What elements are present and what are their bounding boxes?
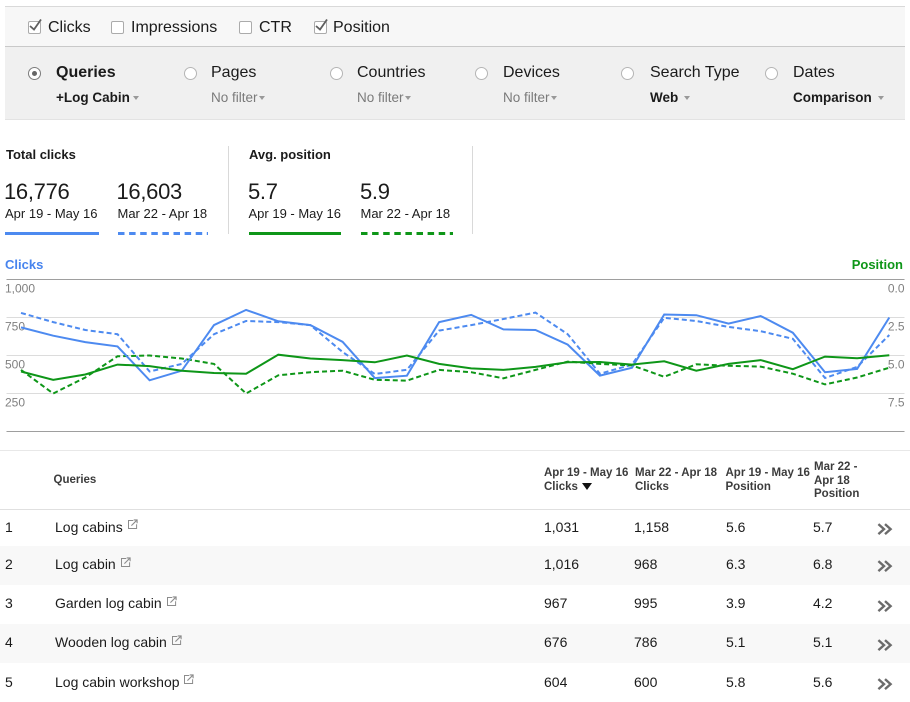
svg-text:7.5: 7.5 [888,396,905,410]
svg-text:500: 500 [5,358,25,372]
svg-text:750: 750 [5,320,25,334]
svg-text:2.5: 2.5 [888,320,905,334]
svg-text:5.0: 5.0 [888,358,905,372]
svg-text:1,000: 1,000 [5,282,35,296]
svg-text:Position: Position [852,257,903,272]
svg-text:250: 250 [5,396,25,410]
svg-text:Clicks: Clicks [5,257,43,272]
svg-text:0.0: 0.0 [888,282,905,296]
